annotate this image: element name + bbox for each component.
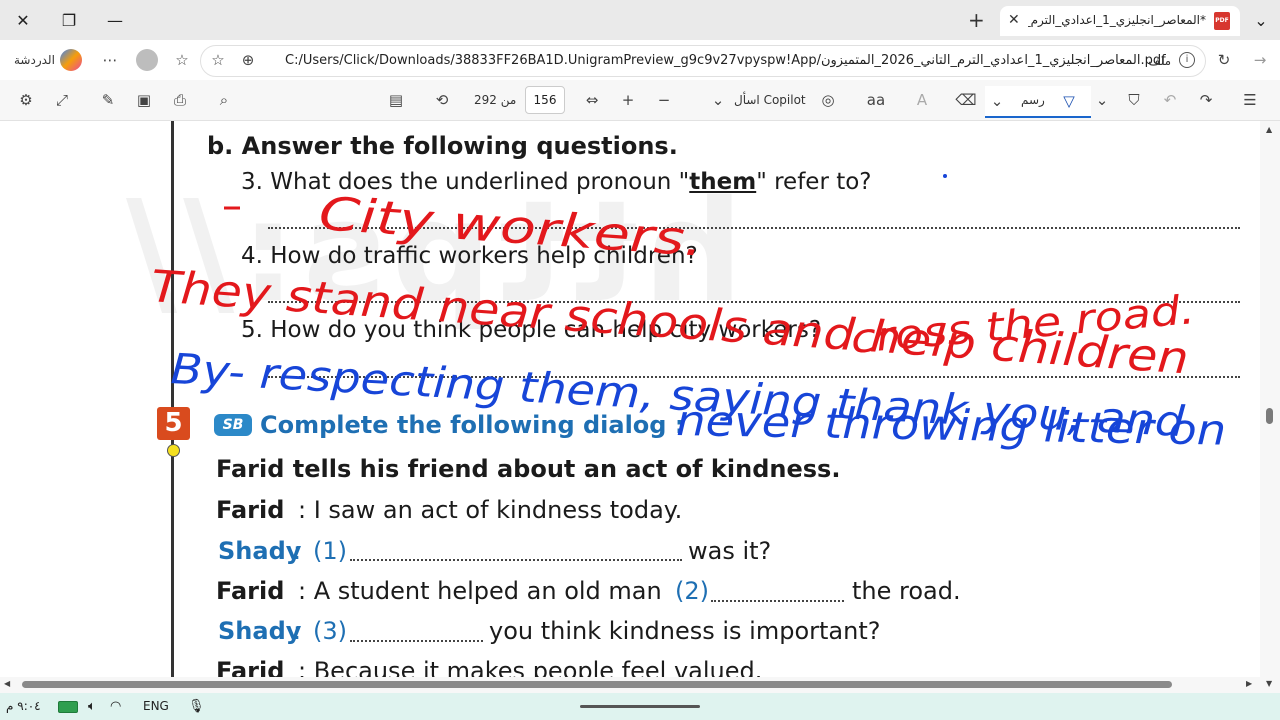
ink-dot xyxy=(943,174,947,178)
tab-title: *المعاصر_انجليزي_1_اعدادي_الترم_التا xyxy=(1028,13,1206,27)
refresh-icon[interactable]: ↻ xyxy=(1214,50,1234,70)
volume-icon[interactable]: 🔈︎ xyxy=(88,699,96,714)
print-icon[interactable]: ⎙ xyxy=(170,90,190,110)
text-icon[interactable]: A xyxy=(912,90,932,110)
redo-icon[interactable]: ↷ xyxy=(1196,90,1216,110)
scroll-down-icon[interactable]: ▼ xyxy=(1266,679,1272,688)
chat-label[interactable]: الدردشة xyxy=(14,53,55,67)
save-icon[interactable]: ▣ xyxy=(134,90,154,110)
fit-width-icon[interactable]: ⇔ xyxy=(582,90,602,110)
profile-icon[interactable] xyxy=(136,49,158,71)
copilot-label[interactable]: اسأل Copilot xyxy=(734,93,806,107)
page-view-icon[interactable]: ▤ xyxy=(386,90,406,110)
restore-icon[interactable]: ❐ xyxy=(54,6,84,34)
eraser-icon[interactable]: ⌫ xyxy=(955,90,976,110)
address-field[interactable]: ☆ ⊕ C:/Users/Click/Downloads/38833FF26BA… xyxy=(200,45,1206,77)
star-icon[interactable]: ☆ xyxy=(209,51,227,69)
scroll-up-icon[interactable]: ▲ xyxy=(1266,125,1272,134)
more-icon[interactable]: ⋯ xyxy=(100,50,120,70)
pdf-icon: PDF xyxy=(1214,12,1230,30)
wifi-icon[interactable]: ◠ xyxy=(110,699,121,714)
tab-close-icon[interactable]: ✕ xyxy=(1008,12,1020,28)
copilot-icon[interactable]: ◎ xyxy=(818,90,838,110)
address-bar-row: الدردشة ⋯ ☆ ☆ ⊕ C:/Users/Click/Downloads… xyxy=(0,40,1280,80)
favorites-icon[interactable]: ☆ xyxy=(172,50,192,70)
taskbar: ٩:٠٤ م 🔈︎ ◠ ENG 🎙︎ xyxy=(0,693,1280,720)
tab-list-chevron-icon[interactable]: ⌄ xyxy=(1246,6,1276,34)
expand-icon[interactable]: ⤢ xyxy=(52,90,72,110)
highlighter-icon[interactable]: ⛉ xyxy=(1124,90,1144,110)
zoom-out-icon[interactable]: − xyxy=(654,90,674,110)
contents-icon[interactable]: ☰ xyxy=(1240,90,1260,110)
search-icon[interactable]: ⌕ xyxy=(214,90,234,110)
scroll-left-icon[interactable]: ◀ xyxy=(4,679,10,688)
add-tab-icon[interactable]: ⊕ xyxy=(239,51,257,69)
rotate-icon[interactable]: ⟲ xyxy=(432,90,452,110)
close-window-icon[interactable]: ✕ xyxy=(8,6,38,34)
pen-icon[interactable]: ▽ xyxy=(1059,91,1079,111)
file-label: ملف xyxy=(1148,54,1171,68)
page-number-input[interactable]: 156 xyxy=(525,86,565,114)
draw-tool-selector[interactable]: ⌄ رسم ▽ xyxy=(985,86,1091,118)
ink-answer-3: City workers. xyxy=(317,186,705,267)
mic-icon[interactable]: 🎙︎ xyxy=(188,699,205,714)
language-indicator[interactable]: ENG xyxy=(143,699,169,713)
scroll-right-icon[interactable]: ▶ xyxy=(1246,679,1252,688)
copilot-icon[interactable] xyxy=(60,49,82,71)
forward-icon[interactable]: → xyxy=(1250,50,1270,70)
clock[interactable]: ٩:٠٤ م xyxy=(6,699,41,713)
chevron-down-icon[interactable]: ⌄ xyxy=(989,91,1005,111)
new-tab-icon[interactable]: + xyxy=(968,8,985,32)
page-count: من 292 xyxy=(474,93,517,107)
copilot-dropdown-icon[interactable]: ⌄ xyxy=(710,90,726,110)
horizontal-scrollbar[interactable]: ◀ ▶ xyxy=(0,677,1260,693)
minimize-icon[interactable]: — xyxy=(100,6,130,34)
read-aloud-icon[interactable]: aa xyxy=(866,90,886,110)
ink-layer[interactable]: City workers. They stand near schools an… xyxy=(0,121,1260,677)
horizontal-scroll-thumb[interactable] xyxy=(22,681,1172,688)
undo-icon[interactable]: ↶ xyxy=(1160,90,1180,110)
url-text: C:/Users/Click/Downloads/38833FF26BA1D.U… xyxy=(285,53,1166,68)
battery-icon[interactable] xyxy=(58,701,78,713)
settings-icon[interactable]: ⚙ xyxy=(16,90,36,110)
zoom-in-icon[interactable]: + xyxy=(618,90,638,110)
home-gesture-bar[interactable] xyxy=(580,705,700,708)
draw-label: رسم xyxy=(1021,93,1045,107)
edit-icon[interactable]: ✎ xyxy=(98,90,118,110)
vertical-scrollbar[interactable]: ▲ ▼ xyxy=(1260,121,1280,693)
info-icon[interactable]: i xyxy=(1179,52,1195,68)
pdf-toolbar: ⚙ ⤢ ✎ ▣ ⎙ ⌕ ▤ ⟲ من 292 156 ⇔ + − ⌄ اسأل … xyxy=(0,80,1280,121)
browser-tab[interactable]: ✕ *المعاصر_انجليزي_1_اعدادي_الترم_التا P… xyxy=(1000,6,1240,36)
ink-answer-5-line2: never throwing litter on xyxy=(676,396,1227,455)
vertical-scroll-thumb[interactable] xyxy=(1266,408,1273,424)
title-bar: ✕ ❐ — + ✕ *المعاصر_انجليزي_1_اعدادي_التر… xyxy=(0,0,1280,40)
pdf-page[interactable]: https:// b. Answer the following questio… xyxy=(0,121,1260,677)
highlighter-dropdown-icon[interactable]: ⌄ xyxy=(1094,90,1110,110)
